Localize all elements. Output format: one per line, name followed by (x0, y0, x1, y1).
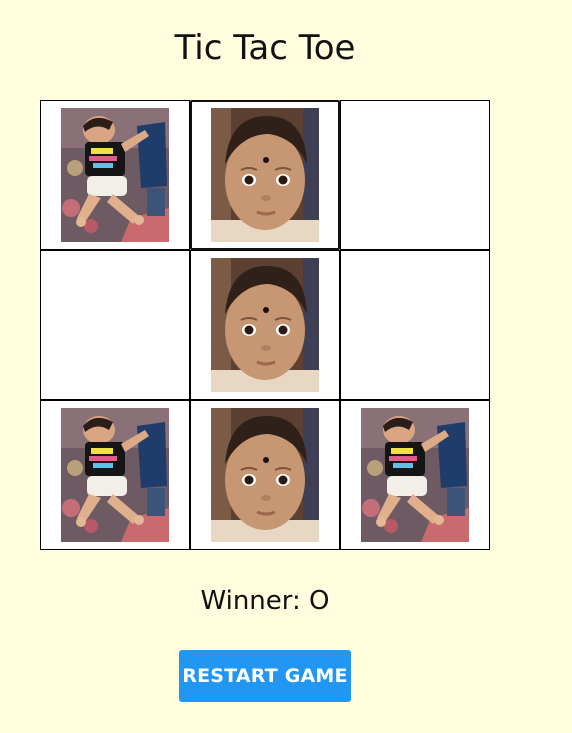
photo-baby-lying-down-icon (361, 408, 469, 542)
empty-slot (361, 108, 469, 242)
photo-baby-face-icon (211, 408, 319, 542)
game-board (40, 100, 490, 550)
page-title: Tic Tac Toe (174, 28, 356, 68)
restart-game-button[interactable]: RESTART GAME (179, 650, 351, 702)
board-cell[interactable] (40, 400, 190, 550)
board-cell[interactable] (340, 100, 490, 250)
board-cell[interactable] (190, 100, 340, 250)
board-cell[interactable] (190, 400, 340, 550)
photo-baby-lying-down-icon (61, 408, 169, 542)
empty-slot (61, 258, 169, 392)
winner-status: Winner: O (200, 586, 330, 616)
board-cell[interactable] (190, 250, 340, 400)
photo-baby-lying-down-icon (61, 108, 169, 242)
photo-baby-face-icon (211, 258, 319, 392)
empty-slot (361, 258, 469, 392)
photo-baby-face-icon (211, 108, 319, 242)
board-cell[interactable] (40, 100, 190, 250)
board-cell[interactable] (40, 250, 190, 400)
board-cell[interactable] (340, 250, 490, 400)
board-cell[interactable] (340, 400, 490, 550)
